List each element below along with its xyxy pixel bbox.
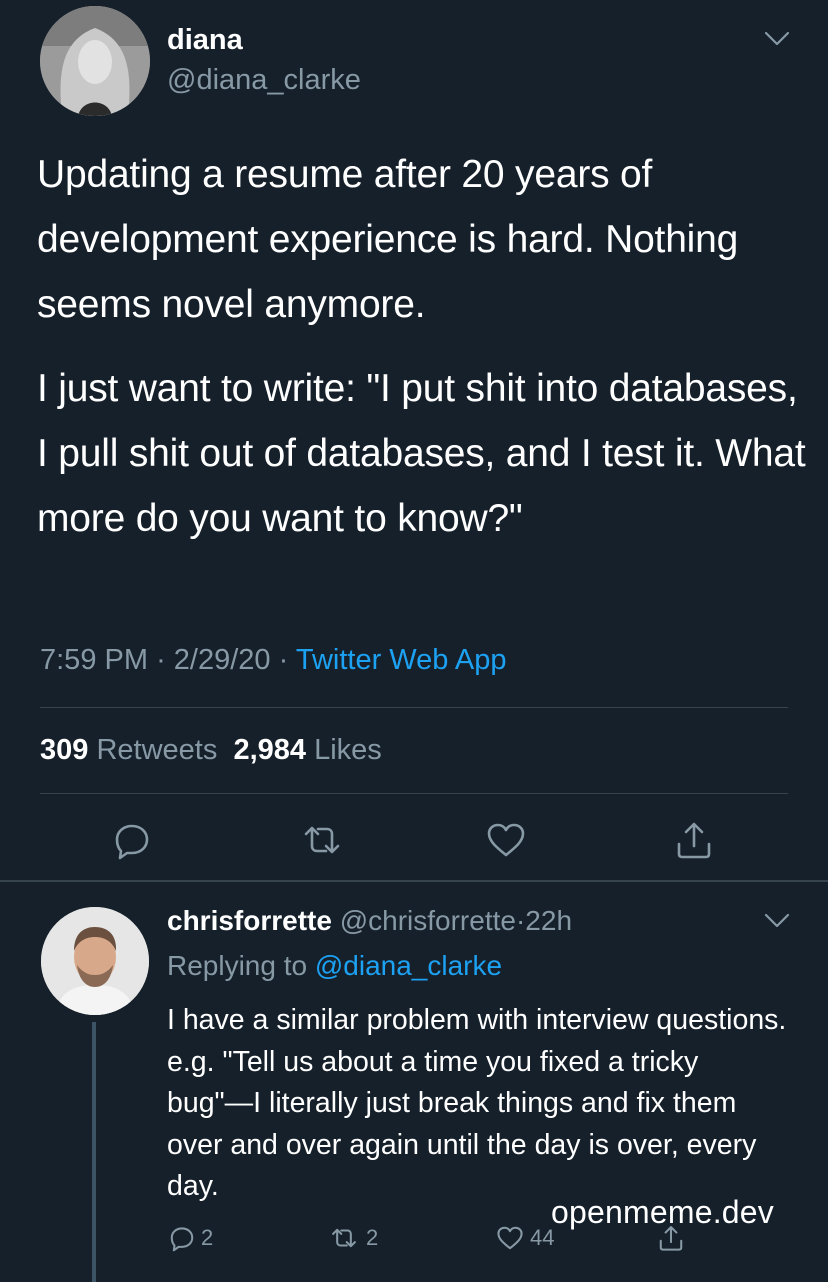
tweet-source-link[interactable]: Twitter Web App — [296, 644, 507, 676]
watermark: openmeme.dev — [551, 1194, 774, 1230]
replying-to-mention[interactable]: @diana_clarke — [315, 950, 502, 981]
retweets-count: 309 — [40, 734, 89, 766]
reply-like-button[interactable]: 44 — [494, 1222, 554, 1254]
tweet-time: 7:59 PM — [40, 644, 148, 676]
share-button[interactable] — [672, 818, 716, 862]
tweet-paragraph: Updating a resume after 20 years of deve… — [37, 153, 739, 326]
divider — [40, 707, 788, 708]
replying-to: Replying to @diana_clarke — [167, 946, 502, 986]
meta-separator: · — [156, 644, 166, 676]
chevron-down-icon[interactable] — [764, 30, 790, 48]
likes-label: Likes — [314, 734, 382, 766]
reply-separator: · — [515, 905, 526, 936]
reply-icon — [170, 1227, 194, 1252]
retweets-label: Retweets — [96, 734, 218, 766]
user-handle[interactable]: @diana_clarke — [167, 62, 361, 98]
reply-header: chrisforrette @chrisforrette·22h — [167, 901, 572, 941]
thread-line — [92, 1022, 96, 1282]
likes-count: 2,984 — [233, 734, 307, 766]
replying-to-label: Replying to — [167, 950, 308, 981]
heart-icon — [487, 823, 525, 857]
meta-separator: · — [278, 644, 289, 676]
divider — [40, 793, 788, 794]
retweets-stat[interactable]: 309 Retweets — [40, 734, 217, 766]
reply-button[interactable] — [110, 818, 154, 862]
retweet-button[interactable] — [300, 818, 344, 862]
reply-text: I have a similar problem with interview … — [167, 1004, 787, 1202]
avatar[interactable] — [40, 6, 150, 116]
likes-stat[interactable]: 2,984 Likes — [233, 734, 381, 766]
tweet-date: 2/29/20 — [173, 644, 271, 676]
avatar[interactable] — [41, 907, 149, 1015]
share-icon — [677, 822, 711, 859]
reply-handle[interactable]: @chrisforrette — [340, 905, 516, 936]
tweet-stats: 309 Retweets 2,984 Likes — [40, 728, 382, 772]
chevron-down-icon[interactable] — [764, 912, 790, 930]
tweet-meta: 7:59 PM · 2/29/20 · Twitter Web App — [40, 638, 506, 682]
reply-count: 2 — [201, 1225, 214, 1250]
tweet-text: Updating a resume after 20 years of deve… — [37, 142, 807, 551]
reply-icon — [115, 824, 149, 860]
retweet-icon — [332, 1228, 356, 1248]
retweet-icon — [304, 826, 340, 854]
reply-reply-button[interactable]: 2 — [167, 1222, 213, 1254]
like-button[interactable] — [484, 818, 528, 862]
tweet-paragraph: I just want to write: "I put shit into d… — [37, 367, 806, 540]
heart-icon — [497, 1226, 523, 1250]
reply-time[interactable]: 22h — [525, 905, 572, 936]
reply-retweet-button[interactable]: 2 — [326, 1222, 378, 1254]
main-tweet: diana @diana_clarke Updating a resume af… — [0, 0, 828, 880]
reply-display-name[interactable]: chrisforrette — [167, 905, 332, 936]
display-name[interactable]: diana — [167, 22, 243, 58]
retweet-count: 2 — [366, 1225, 379, 1250]
